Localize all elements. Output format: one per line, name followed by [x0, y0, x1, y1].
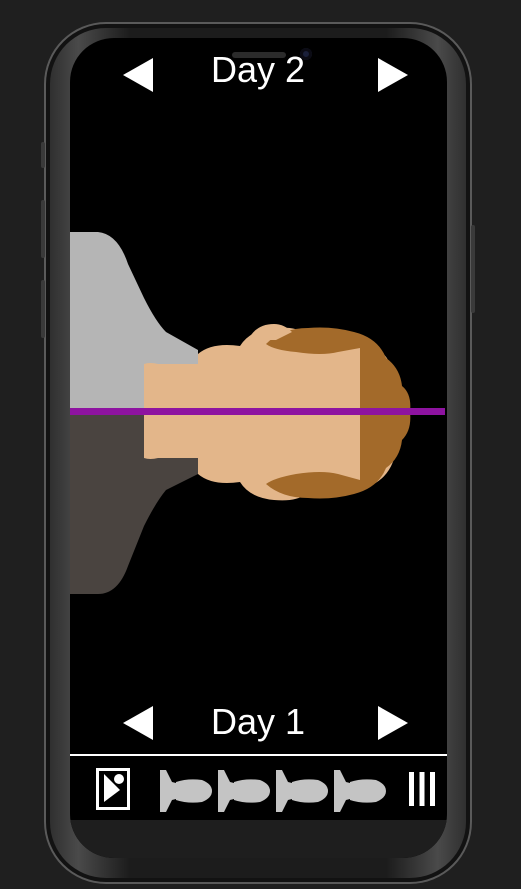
head-drawing-canvas[interactable] [70, 118, 447, 718]
photo-frame-icon[interactable] [96, 768, 130, 810]
head-thumbnail-icon[interactable] [158, 768, 212, 814]
side-button-mute [41, 142, 45, 168]
menu-bars-icon[interactable] [408, 772, 436, 806]
side-button-volume-up [41, 200, 45, 258]
head-thumbnail-icon[interactable] [216, 768, 270, 814]
phone-screen: Day 2 Day 1 [70, 38, 447, 858]
toolbar-divider [70, 754, 447, 756]
side-button-power [471, 225, 475, 313]
top-day-label: Day 2 [210, 49, 306, 90]
side-button-volume-down [41, 280, 45, 338]
bottom-day-label: Day 1 [210, 701, 306, 742]
prev-day-top-button[interactable] [123, 58, 153, 92]
head-thumbnail-icon[interactable] [274, 768, 328, 814]
head-thumbnail-icon[interactable] [332, 768, 386, 814]
next-day-top-button[interactable] [378, 58, 408, 92]
toolbar [70, 758, 447, 818]
guide-line[interactable] [70, 408, 445, 415]
next-day-bottom-button[interactable] [378, 706, 408, 740]
bottom-bar [70, 820, 447, 858]
prev-day-bottom-button[interactable] [123, 706, 153, 740]
